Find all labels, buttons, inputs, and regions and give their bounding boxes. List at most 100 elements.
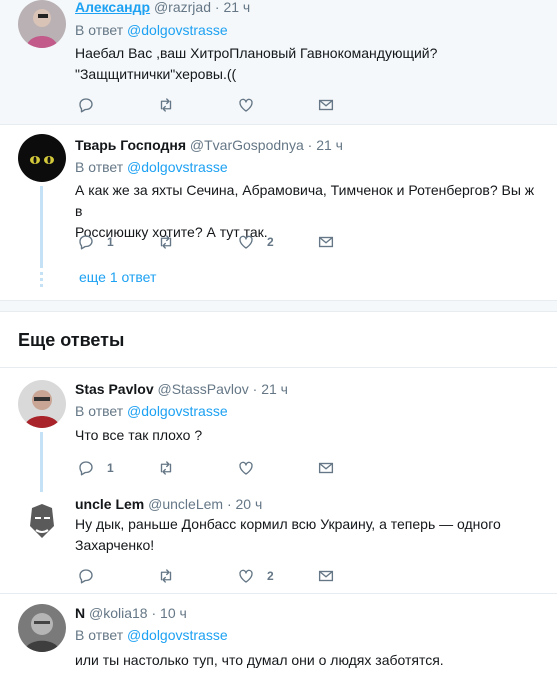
section-title: Еще ответы (18, 330, 125, 350)
tweet-text-line: Что все так плохо ? (75, 427, 203, 443)
tweet-text: Что все так плохо ? (75, 425, 545, 446)
envelope-icon (318, 236, 334, 248)
separator-dot: · (226, 496, 232, 512)
avatar[interactable] (18, 134, 66, 182)
dm-button[interactable] (317, 458, 335, 478)
reply-button[interactable] (77, 566, 95, 586)
retweet-button[interactable] (157, 95, 175, 115)
avatar[interactable] (18, 604, 66, 652)
tweet-tvargospodnya[interactable]: Тварь Господня @TvarGospodnya · 21 ч В о… (0, 125, 557, 300)
avatar[interactable] (18, 380, 66, 428)
retweet-icon (160, 235, 172, 249)
reply-icon (79, 461, 93, 476)
tweet-actions: 1 (75, 458, 365, 478)
avatar-image (18, 604, 66, 652)
envelope-icon (318, 462, 334, 474)
separator-dot: · (252, 381, 258, 397)
separator-dot: · (214, 0, 220, 15)
author-handle[interactable]: @uncleLem (148, 496, 223, 512)
reply-button[interactable] (77, 95, 95, 115)
retweet-icon (160, 461, 172, 475)
thread-line (40, 186, 43, 268)
reply-prefix: В ответ (75, 159, 124, 175)
reply-button[interactable]: 1 (77, 458, 114, 478)
avatar-image (18, 0, 66, 48)
tweet-stasspavlov[interactable]: Stas Pavlov @StassPavlov · 21 ч В ответ … (0, 368, 557, 492)
author-name[interactable]: N (75, 605, 85, 621)
separator-dot: · (307, 137, 313, 153)
like-button[interactable] (237, 458, 255, 478)
avatar[interactable] (18, 496, 66, 544)
reply-prefix: В ответ (75, 403, 124, 419)
author-name[interactable]: uncle Lem (75, 496, 144, 512)
timestamp[interactable]: 21 ч (316, 137, 343, 153)
tweet-text-line: Наебал Вас ,ваш ХитроПлановый Гавнокоман… (75, 45, 438, 61)
reply-button[interactable]: 1 (77, 232, 114, 252)
mention-link[interactable]: @dolgovstrasse (127, 403, 228, 419)
timestamp[interactable]: 21 ч (223, 0, 250, 15)
timestamp[interactable]: 21 ч (261, 381, 288, 397)
tweet-kolia18[interactable]: N @kolia18 · 10 ч В ответ @dolgovstrasse… (0, 594, 557, 683)
heart-icon (239, 235, 253, 249)
reply-context: В ответ @dolgovstrasse (75, 21, 228, 39)
tweet-actions: 1 2 (75, 232, 365, 252)
avatar-image (18, 380, 66, 428)
heart-icon (239, 461, 253, 475)
avatar-image (18, 496, 66, 544)
like-count: 2 (267, 569, 274, 583)
reply-context: В ответ @dolgovstrasse (75, 158, 228, 176)
divider (0, 311, 557, 312)
dm-button[interactable] (317, 95, 335, 115)
dm-button[interactable] (317, 566, 335, 586)
heart-icon (239, 98, 253, 112)
tweet-text-line: или ты настолько туп, что думал они о лю… (75, 652, 444, 668)
tweet-text-line: "Защщитнички"херовы.(( (75, 66, 237, 82)
tweet-text-line: Захарченко! (75, 537, 155, 553)
timestamp[interactable]: 10 ч (160, 605, 187, 621)
envelope-icon (318, 99, 334, 111)
separator-dot: · (151, 605, 157, 621)
retweet-icon (160, 569, 172, 583)
author-name[interactable]: Stas Pavlov (75, 381, 154, 397)
reply-icon (79, 98, 93, 113)
reply-context: В ответ @dolgovstrasse (75, 402, 228, 420)
show-more-replies-link[interactable]: еще 1 ответ (79, 269, 156, 285)
section-gap (0, 301, 557, 311)
reply-count: 1 (107, 235, 114, 249)
like-button[interactable]: 2 (237, 232, 274, 252)
tweet-text: или ты настолько туп, что думал они о лю… (75, 650, 545, 671)
tweet-text-line: Ну дык, раньше Донбасс кормил всю Украин… (75, 516, 501, 532)
like-button[interactable]: 2 (237, 566, 274, 586)
timestamp[interactable]: 20 ч (236, 496, 263, 512)
reply-count: 1 (107, 461, 114, 475)
author-handle[interactable]: @TvarGospodnya (190, 137, 304, 153)
author-handle[interactable]: @kolia18 (89, 605, 148, 621)
retweet-icon (160, 98, 172, 112)
author-handle[interactable]: @StassPavlov (158, 381, 249, 397)
tweet-actions: 2 (75, 566, 365, 586)
retweet-button[interactable] (157, 566, 175, 586)
retweet-button[interactable] (157, 458, 175, 478)
reply-icon (79, 569, 93, 584)
like-count: 2 (267, 235, 274, 249)
mention-link[interactable]: @dolgovstrasse (127, 22, 228, 38)
reply-icon (79, 235, 93, 250)
heart-icon (239, 569, 253, 583)
thread-line (40, 432, 43, 492)
envelope-icon (318, 570, 334, 582)
mention-link[interactable]: @dolgovstrasse (127, 159, 228, 175)
author-name[interactable]: Тварь Господня (75, 137, 186, 153)
author-handle[interactable]: @razrjad (154, 0, 211, 15)
tweet-text: Ну дык, раньше Донбасс кормил всю Украин… (75, 514, 545, 556)
tweet-text: Наебал Вас ,ваш ХитроПлановый Гавнокоман… (75, 43, 545, 85)
mention-link[interactable]: @dolgovstrasse (127, 627, 228, 643)
author-name[interactable]: Александр (75, 0, 150, 15)
avatar[interactable] (18, 0, 66, 48)
like-button[interactable] (237, 95, 255, 115)
tweet-unclelem[interactable]: uncle Lem @uncleLem · 20 ч Ну дык, раньш… (0, 490, 557, 592)
retweet-button[interactable] (157, 232, 175, 252)
reply-context: В ответ @dolgovstrasse (75, 626, 228, 644)
dm-button[interactable] (317, 232, 335, 252)
tweet-razrjad[interactable]: Александр @razrjad · 21 ч В ответ @dolgo… (0, 0, 557, 124)
thread-dots (40, 272, 43, 290)
